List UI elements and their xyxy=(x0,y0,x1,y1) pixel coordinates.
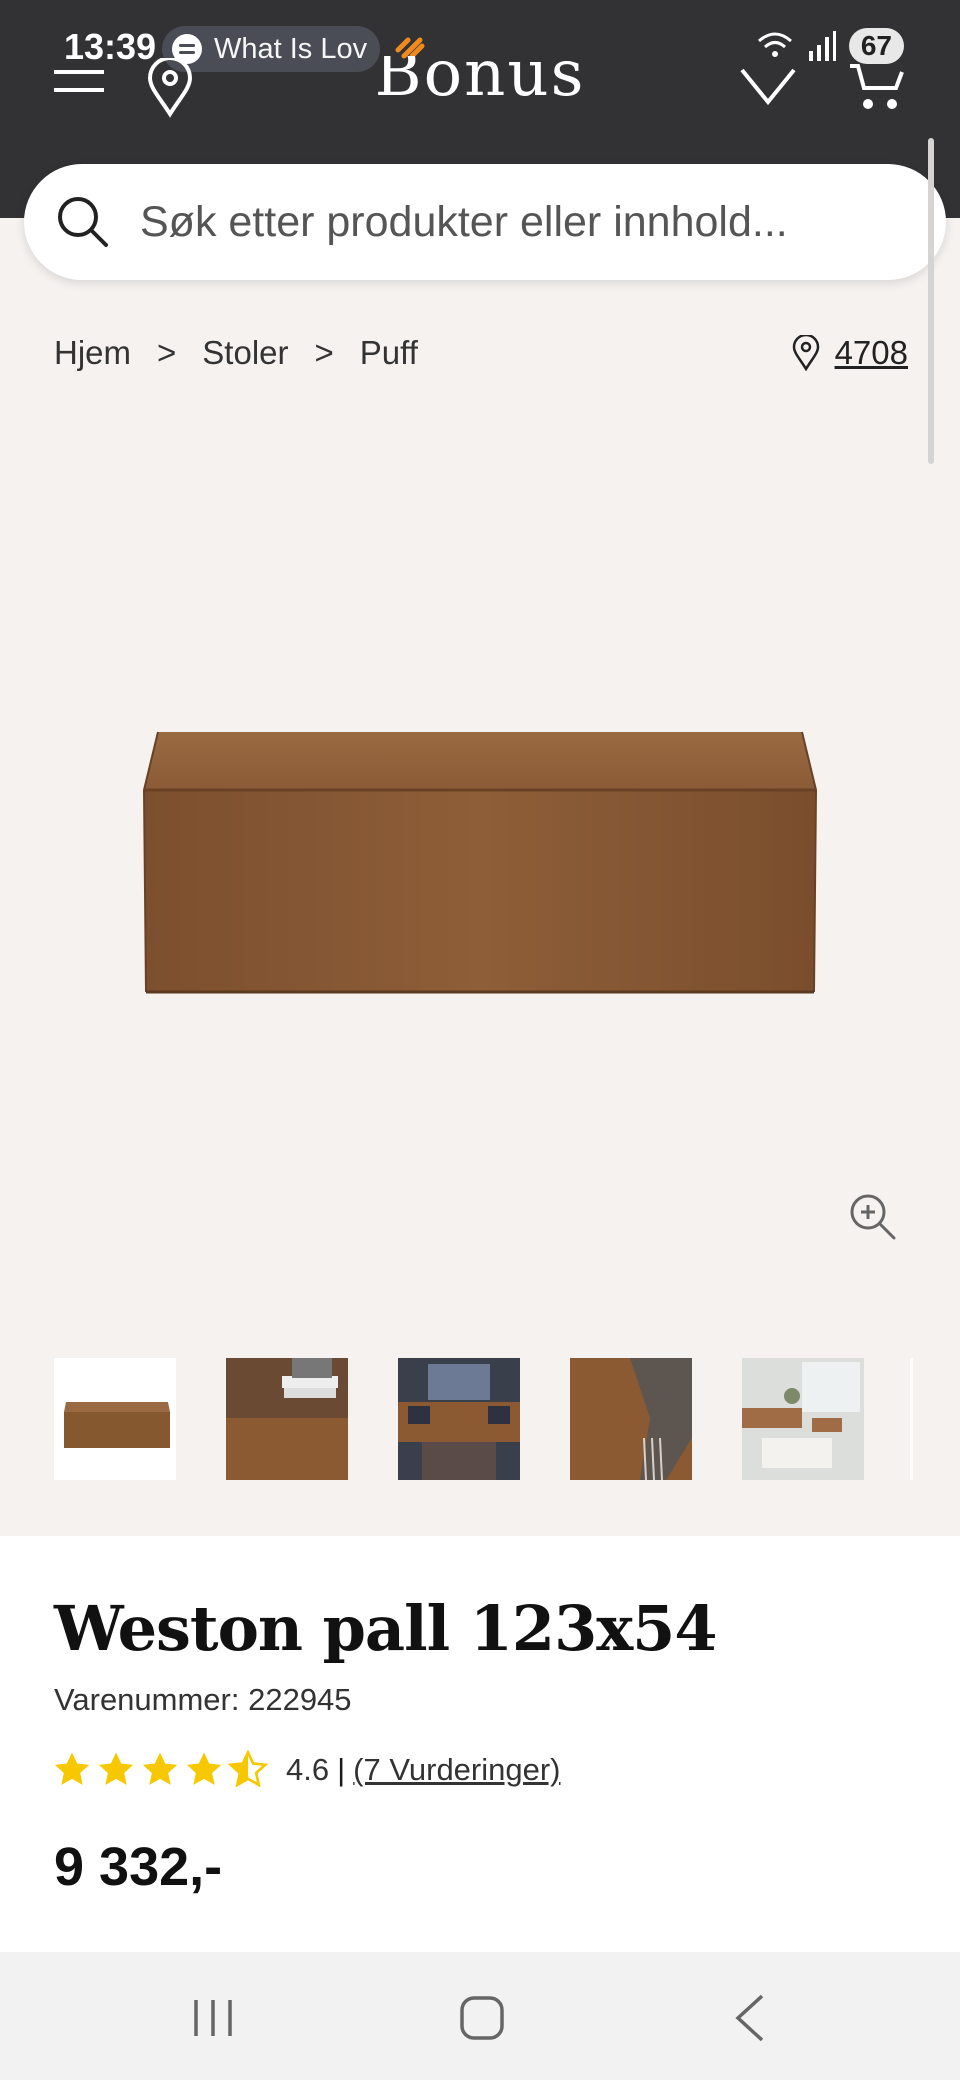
location-pin-icon xyxy=(792,335,819,371)
product-sku: Varenummer: 222945 xyxy=(54,1682,352,1717)
home-icon[interactable] xyxy=(452,1988,512,2048)
store-number-link[interactable]: 4708 xyxy=(835,334,908,372)
breadcrumb-chairs[interactable]: Stoler xyxy=(202,334,288,372)
heart-icon[interactable] xyxy=(738,62,798,122)
cart-icon[interactable] xyxy=(846,62,906,122)
thumbnail-bright-living-room[interactable] xyxy=(742,1358,864,1480)
product-title: Weston pall 123x54 xyxy=(54,1592,717,1665)
thumbnail-more-indicator xyxy=(910,1358,913,1480)
system-nav-bar xyxy=(0,1952,960,2080)
search-icon xyxy=(58,197,108,247)
thumbnail-ottoman-with-books[interactable] xyxy=(226,1358,348,1480)
recent-apps-icon[interactable] xyxy=(184,1988,244,2048)
reviews-link[interactable]: (7 Vurderinger) xyxy=(353,1752,560,1788)
thumbnail-ottoman-product[interactable] xyxy=(54,1358,176,1480)
star-full-icon xyxy=(54,1752,90,1785)
back-icon[interactable] xyxy=(722,1988,782,2048)
thumbnail-ottoman-with-throw[interactable] xyxy=(570,1358,692,1480)
rating-value: 4.6 xyxy=(286,1752,330,1787)
product-main-image[interactable] xyxy=(138,724,822,1004)
star-full-icon xyxy=(142,1752,178,1785)
breadcrumb: Hjem > Stoler > Puff xyxy=(54,334,418,372)
rating-stars xyxy=(52,1750,268,1790)
product-price: 9 332,- xyxy=(54,1837,223,1897)
search-bar[interactable] xyxy=(24,164,946,280)
chevron-right-icon: > xyxy=(157,334,177,371)
breadcrumb-pouf[interactable]: Puff xyxy=(360,334,418,372)
star-half-icon xyxy=(228,1750,268,1788)
scrollbar[interactable] xyxy=(928,138,934,464)
search-input[interactable] xyxy=(140,197,900,247)
rating-separator: | xyxy=(337,1752,346,1787)
thumbnail-living-room-sofa[interactable] xyxy=(398,1358,520,1480)
store-selector[interactable]: 4708 xyxy=(791,334,908,372)
brand-logo[interactable]: Bonus xyxy=(0,56,960,120)
zoom-in-icon[interactable] xyxy=(846,1190,898,1242)
thumbnail-strip xyxy=(54,1358,864,1480)
product-rating: 4.6 | (7 Vurderinger) xyxy=(52,1750,561,1790)
product-info-panel: Weston pall 123x54 Varenummer: 222945 4.… xyxy=(0,1536,960,1952)
breadcrumb-home[interactable]: Hjem xyxy=(54,334,131,372)
chevron-right-icon: > xyxy=(314,334,334,371)
star-full-icon xyxy=(186,1752,222,1785)
star-full-icon xyxy=(98,1752,134,1785)
